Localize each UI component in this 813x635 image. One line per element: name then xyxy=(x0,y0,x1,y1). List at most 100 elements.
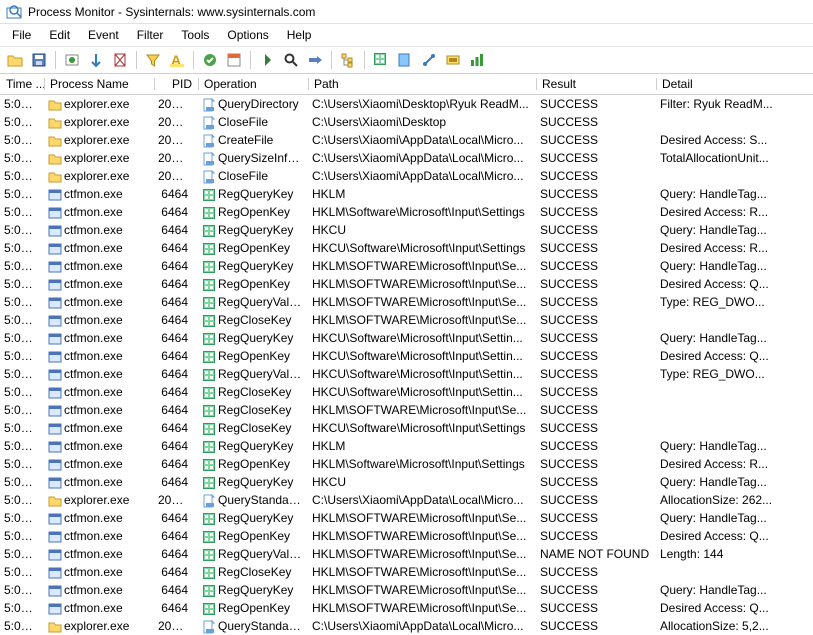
event-row[interactable]: 5:06:4...ctfmon.exe6464RegQueryKeyHKLM\S… xyxy=(0,509,813,527)
toolbar-find-button[interactable] xyxy=(280,49,302,71)
event-row[interactable]: 5:06:4...ctfmon.exe6464RegOpenKeyHKLM\SO… xyxy=(0,599,813,617)
cell-detail: Query: HandleTag... xyxy=(656,257,813,275)
event-row[interactable]: 5:06:4...explorer.exe20680CloseFileC:\Us… xyxy=(0,113,813,131)
column-headers[interactable]: Time ... Process Name PID Operation Path… xyxy=(0,74,813,95)
cell-pid: 6464 xyxy=(154,329,198,347)
event-row[interactable]: 5:06:4...ctfmon.exe6464RegCloseKeyHKCU\S… xyxy=(0,419,813,437)
cell-time: 5:06:4... xyxy=(0,563,44,581)
toolbar xyxy=(0,46,813,74)
toolbar-highlight-button[interactable] xyxy=(166,49,188,71)
toolbar-include-button[interactable] xyxy=(199,49,221,71)
cell-path: HKLM\SOFTWARE\Microsoft\Input\Se... xyxy=(308,545,536,563)
cell-path: C:\Users\Xiaomi\AppData\Local\Micro... xyxy=(308,491,536,509)
col-operation[interactable]: Operation xyxy=(198,74,308,95)
process-icon xyxy=(48,620,62,634)
cell-process: ctfmon.exe xyxy=(44,563,154,581)
toolbar-profiling-button[interactable] xyxy=(466,49,488,71)
process-icon xyxy=(48,350,62,364)
process-icon xyxy=(48,386,62,400)
menu-filter[interactable]: Filter xyxy=(129,26,172,44)
operation-icon xyxy=(202,368,216,382)
cell-result: SUCCESS xyxy=(536,599,656,617)
event-row[interactable]: 5:06:4...explorer.exe20680QueryDirectory… xyxy=(0,95,813,114)
cell-time: 5:06:4... xyxy=(0,329,44,347)
toolbar-file-activity-button[interactable] xyxy=(394,49,416,71)
cell-path: HKLM\SOFTWARE\Microsoft\Input\Se... xyxy=(308,581,536,599)
event-row[interactable]: 5:06:4...ctfmon.exe6464RegOpenKeyHKLM\So… xyxy=(0,203,813,221)
col-pid[interactable]: PID xyxy=(154,74,198,95)
cell-detail xyxy=(656,383,813,401)
col-time[interactable]: Time ... xyxy=(0,74,44,95)
event-row[interactable]: 5:06:4...ctfmon.exe6464RegCloseKeyHKLM\S… xyxy=(0,563,813,581)
menu-options[interactable]: Options xyxy=(219,26,276,44)
event-row[interactable]: 5:06:4...ctfmon.exe6464RegOpenKeyHKLM\SO… xyxy=(0,527,813,545)
cell-operation: RegCloseKey xyxy=(198,401,308,419)
menu-edit[interactable]: Edit xyxy=(41,26,78,44)
operation-icon xyxy=(202,620,216,634)
toolbar-bookmark-button[interactable] xyxy=(223,49,245,71)
toolbar-clear-button[interactable] xyxy=(109,49,131,71)
toolbar-proc-activity-button[interactable] xyxy=(442,49,464,71)
col-detail[interactable]: Detail xyxy=(656,74,813,95)
event-row[interactable]: 5:06:4...explorer.exe20680QueryStandardI… xyxy=(0,491,813,509)
event-row[interactable]: 5:06:4...explorer.exe20680QueryStandardI… xyxy=(0,617,813,635)
col-result[interactable]: Result xyxy=(536,74,656,95)
cell-operation: QueryStandardI... xyxy=(198,617,308,635)
toolbar-reg-activity-button[interactable] xyxy=(370,49,392,71)
event-row[interactable]: 5:06:4...ctfmon.exe6464RegQueryValueHKLM… xyxy=(0,293,813,311)
cell-path: HKLM xyxy=(308,185,536,203)
toolbar-tree-button[interactable] xyxy=(337,49,359,71)
event-row[interactable]: 5:06:4...ctfmon.exe6464RegCloseKeyHKLM\S… xyxy=(0,311,813,329)
event-row[interactable]: 5:06:4...ctfmon.exe6464RegQueryKeyHKCUSU… xyxy=(0,473,813,491)
toolbar-jump-button[interactable] xyxy=(256,49,278,71)
event-row[interactable]: 5:06:4...ctfmon.exe6464RegQueryValueHKCU… xyxy=(0,365,813,383)
cell-detail xyxy=(656,563,813,581)
toolbar-filter-button[interactable] xyxy=(142,49,164,71)
menu-event[interactable]: Event xyxy=(80,26,127,44)
event-row[interactable]: 5:06:4...ctfmon.exe6464RegOpenKeyHKCU\So… xyxy=(0,347,813,365)
menu-file[interactable]: File xyxy=(4,26,39,44)
menubar: File Edit Event Filter Tools Options Hel… xyxy=(0,24,813,46)
event-row[interactable]: 5:06:4...explorer.exe20680QuerySizeInfor… xyxy=(0,149,813,167)
cell-time: 5:06:4... xyxy=(0,185,44,203)
event-row[interactable]: 5:06:4...ctfmon.exe6464RegOpenKeyHKLM\So… xyxy=(0,455,813,473)
toolbar-autoscroll-button[interactable] xyxy=(85,49,107,71)
col-process[interactable]: Process Name xyxy=(44,74,154,95)
event-row[interactable]: 5:06:4...ctfmon.exe6464RegQueryKeyHKLMSU… xyxy=(0,185,813,203)
event-row[interactable]: 5:06:4...ctfmon.exe6464RegQueryValueHKLM… xyxy=(0,545,813,563)
col-path[interactable]: Path xyxy=(308,74,536,95)
cell-time: 5:06:4... xyxy=(0,167,44,185)
cell-process: ctfmon.exe xyxy=(44,545,154,563)
event-row[interactable]: 5:06:4...explorer.exe20680CreateFileC:\U… xyxy=(0,131,813,149)
cell-detail: Length: 144 xyxy=(656,545,813,563)
toolbar-open-button[interactable] xyxy=(4,49,26,71)
menu-tools[interactable]: Tools xyxy=(173,26,217,44)
event-row[interactable]: 5:06:4...ctfmon.exe6464RegQueryKeyHKLM\S… xyxy=(0,257,813,275)
toolbar-net-activity-button[interactable] xyxy=(418,49,440,71)
event-row[interactable]: 5:06:4...explorer.exe20680CloseFileC:\Us… xyxy=(0,167,813,185)
process-icon xyxy=(48,476,62,490)
process-icon xyxy=(48,494,62,508)
cell-time: 5:06:4... xyxy=(0,545,44,563)
event-row[interactable]: 5:06:4...ctfmon.exe6464RegOpenKeyHKLM\SO… xyxy=(0,275,813,293)
event-row[interactable]: 5:06:4...ctfmon.exe6464RegQueryKeyHKLM\S… xyxy=(0,581,813,599)
event-row[interactable]: 5:06:4...ctfmon.exe6464RegCloseKeyHKLM\S… xyxy=(0,401,813,419)
cell-result: SUCCESS xyxy=(536,293,656,311)
toolbar-goto-button[interactable] xyxy=(304,49,326,71)
toolbar-capture-button[interactable] xyxy=(61,49,83,71)
operation-icon xyxy=(202,188,216,202)
event-list[interactable]: Time ... Process Name PID Operation Path… xyxy=(0,74,813,635)
cell-detail: Filter: Ryuk ReadM... xyxy=(656,95,813,114)
event-row[interactable]: 5:06:4...ctfmon.exe6464RegQueryKeyHKCUSU… xyxy=(0,221,813,239)
event-row[interactable]: 5:06:4...ctfmon.exe6464RegCloseKeyHKCU\S… xyxy=(0,383,813,401)
cell-time: 5:06:4... xyxy=(0,239,44,257)
event-row[interactable]: 5:06:4...ctfmon.exe6464RegQueryKeyHKCU\S… xyxy=(0,329,813,347)
event-row[interactable]: 5:06:4...ctfmon.exe6464RegQueryKeyHKLMSU… xyxy=(0,437,813,455)
titlebar: Process Monitor - Sysinternals: www.sysi… xyxy=(0,0,813,24)
cell-time: 5:06:4... xyxy=(0,131,44,149)
menu-help[interactable]: Help xyxy=(279,26,320,44)
cell-pid: 6464 xyxy=(154,545,198,563)
event-row[interactable]: 5:06:4...ctfmon.exe6464RegOpenKeyHKCU\So… xyxy=(0,239,813,257)
toolbar-save-button[interactable] xyxy=(28,49,50,71)
cell-pid: 20680 xyxy=(154,617,198,635)
